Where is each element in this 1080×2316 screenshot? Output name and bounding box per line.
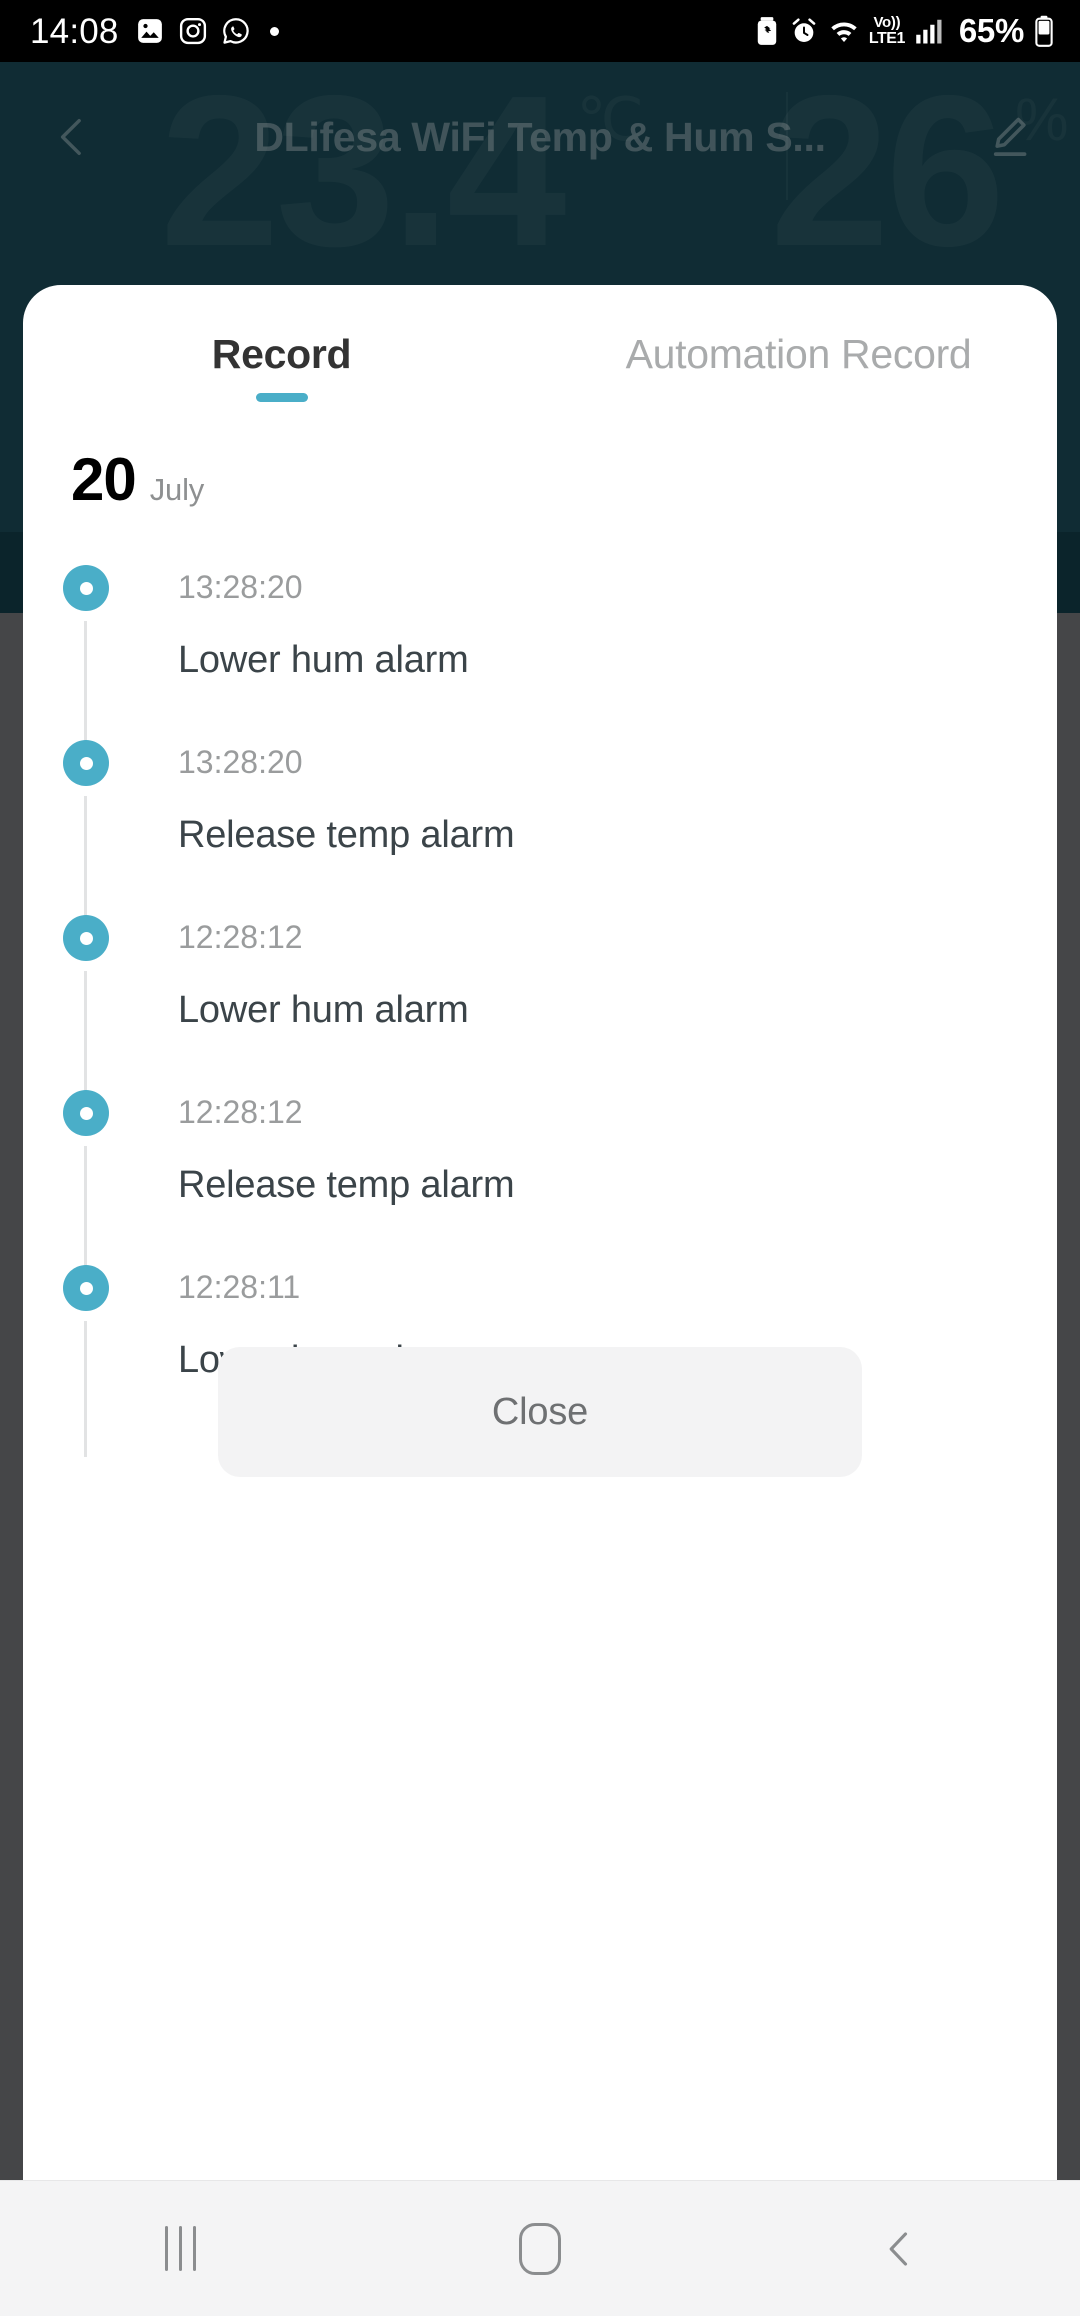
close-button-label: Close <box>491 1390 589 1433</box>
notification-dot-icon <box>269 26 279 36</box>
signal-icon <box>915 17 945 45</box>
volte-icon: Vo)) LTE1 <box>869 15 905 47</box>
whatsapp-icon <box>221 16 251 46</box>
status-bar: 14:08 Vo)) LTE1 65% <box>0 0 1080 62</box>
wifi-icon <box>828 17 860 45</box>
tab-automation-record[interactable]: Automation Record <box>540 331 1057 404</box>
status-bar-right: Vo)) LTE1 65% <box>754 12 1054 50</box>
record-event: Release temp alarm <box>178 1164 515 1206</box>
record-time: 13:28:20 <box>178 569 303 605</box>
timeline-dot-icon <box>63 565 109 611</box>
record-item[interactable]: 12:28:12 Release temp alarm <box>23 1080 1057 1277</box>
battery-saver-icon <box>754 16 780 46</box>
alarm-icon <box>790 17 818 45</box>
date-month: July <box>149 472 205 507</box>
status-bar-left: 14:08 <box>30 14 279 49</box>
record-time: 13:28:20 <box>178 744 303 780</box>
close-button-container: Close <box>43 1347 1037 1477</box>
record-timeline: 13:28:20 Lower hum alarm 13:28:20 Releas… <box>23 555 1057 1457</box>
volte-bottom-label: LTE1 <box>868 30 905 47</box>
close-button[interactable]: Close <box>218 1347 862 1477</box>
status-bar-clock: 14:08 <box>30 11 119 51</box>
timeline-dot-icon <box>63 1090 109 1136</box>
record-time: 12:28:12 <box>178 1094 303 1130</box>
back-icon <box>889 2231 908 2266</box>
record-event: Lower hum alarm <box>178 989 469 1031</box>
record-time: 12:28:11 <box>178 1269 301 1305</box>
date-day: 20 <box>71 446 137 513</box>
android-nav-bar <box>0 2180 1080 2316</box>
record-item[interactable]: 13:28:20 Lower hum alarm <box>23 555 1057 752</box>
date-header: 20 July <box>23 404 1057 510</box>
recents-button[interactable] <box>80 2181 280 2316</box>
phone-screen: 14:08 Vo)) LTE1 65% 23.4 ℃ 26 % DLifesa … <box>0 0 1080 2316</box>
record-event: Release temp alarm <box>178 814 515 856</box>
timeline-dot-icon <box>63 1265 109 1311</box>
battery-percent-label: 65% <box>958 12 1024 49</box>
sheet-tabs: Record Automation Record <box>23 285 1057 404</box>
volte-top-label: Vo)) <box>873 14 901 31</box>
tab-record-label: Record <box>211 331 352 377</box>
record-event: Lower hum alarm <box>178 639 469 681</box>
tab-record[interactable]: Record <box>23 331 540 404</box>
tab-active-indicator <box>255 393 308 402</box>
timeline-dot-icon <box>63 915 109 961</box>
instagram-icon <box>178 16 208 46</box>
tab-automation-record-label: Automation Record <box>625 331 972 377</box>
record-bottom-sheet: Record Automation Record 20 July 13:28:2… <box>23 285 1057 2180</box>
home-icon <box>519 2222 561 2275</box>
recents-icon <box>164 2226 196 2271</box>
back-nav-button[interactable] <box>800 2181 1000 2316</box>
battery-icon <box>1034 15 1054 47</box>
home-button[interactable] <box>440 2181 640 2316</box>
gallery-icon <box>135 16 165 46</box>
timeline-dot-icon <box>63 740 109 786</box>
record-time: 12:28:12 <box>178 919 303 955</box>
record-item[interactable]: 13:28:20 Release temp alarm <box>23 730 1057 927</box>
record-item[interactable]: 12:28:12 Lower hum alarm <box>23 905 1057 1102</box>
